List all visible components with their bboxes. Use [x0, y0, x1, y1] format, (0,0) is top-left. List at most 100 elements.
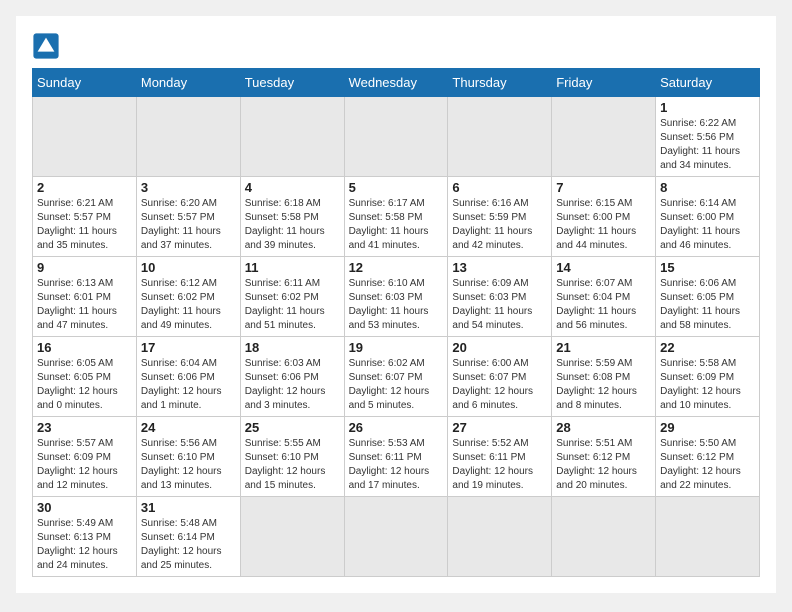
calendar-cell	[136, 97, 240, 177]
day-info: Sunrise: 5:49 AM Sunset: 6:13 PM Dayligh…	[37, 517, 132, 573]
calendar-cell: 27Sunrise: 5:52 AM Sunset: 6:11 PM Dayli…	[448, 417, 552, 497]
calendar-cell: 23Sunrise: 5:57 AM Sunset: 6:09 PM Dayli…	[33, 417, 137, 497]
calendar-cell: 26 Sunrise: 5:53 AM Sunset: 6:11 PM Dayli…	[344, 417, 448, 497]
day-number: 31	[141, 500, 236, 515]
page: SundayMondayTuesdayWednesdayThursdayFrid…	[16, 16, 776, 593]
day-info: Sunrise: 6:14 AM Sunset: 6:00 PM Dayligh…	[660, 197, 755, 253]
day-info: Sunrise: 6:20 AM Sunset: 5:57 PM Dayligh…	[141, 197, 236, 253]
day-number: 28	[556, 420, 651, 435]
day-info: Sunrise: 5:51 AM Sunset: 6:12 PM Dayligh…	[556, 437, 651, 493]
calendar-cell: 21 Sunrise: 5:59 AM Sunset: 6:08 PM Dayli…	[552, 337, 656, 417]
day-number: 26	[349, 420, 444, 435]
day-number: 13	[452, 260, 547, 275]
day-number: 15	[660, 260, 755, 275]
day-info: Sunrise: 6:06 AM Sunset: 6:05 PM Dayligh…	[660, 277, 755, 333]
calendar-cell: 28 Sunrise: 5:51 AM Sunset: 6:12 PM Dayli…	[552, 417, 656, 497]
day-info: Sunrise: 6:21 AM Sunset: 5:57 PM Dayligh…	[37, 197, 132, 253]
day-info: Sunrise: 5:58 AM Sunset: 6:09 PM Dayligh…	[660, 357, 755, 413]
calendar-cell: 12 Sunrise: 6:10 AM Sunset: 6:03 PM Dayli…	[344, 257, 448, 337]
day-info: Sunrise: 5:48 AM Sunset: 6:14 PM Dayligh…	[141, 517, 236, 573]
day-number: 2	[37, 180, 132, 195]
calendar-cell	[240, 497, 344, 577]
day-number: 5	[349, 180, 444, 195]
calendar-cell	[344, 97, 448, 177]
day-info: Sunrise: 6:07 AM Sunset: 6:04 PM Dayligh…	[556, 277, 651, 333]
day-number: 12	[349, 260, 444, 275]
day-number: 22	[660, 340, 755, 355]
calendar-week-1: 2 Sunrise: 6:21 AM Sunset: 5:57 PM Daylig…	[33, 177, 760, 257]
calendar-cell: 10Sunrise: 6:12 AM Sunset: 6:02 PM Dayli…	[136, 257, 240, 337]
calendar-header-row: SundayMondayTuesdayWednesdayThursdayFrid…	[33, 69, 760, 97]
calendar-cell: 19 Sunrise: 6:02 AM Sunset: 6:07 PM Dayli…	[344, 337, 448, 417]
day-info: Sunrise: 6:16 AM Sunset: 5:59 PM Dayligh…	[452, 197, 547, 253]
calendar-cell	[656, 497, 760, 577]
day-number: 3	[141, 180, 236, 195]
calendar-cell: 6Sunrise: 6:16 AM Sunset: 5:59 PM Daylig…	[448, 177, 552, 257]
day-number: 14	[556, 260, 651, 275]
calendar-cell: 13 Sunrise: 6:09 AM Sunset: 6:03 PM Dayli…	[448, 257, 552, 337]
calendar-cell	[344, 497, 448, 577]
calendar-cell: 29Sunrise: 5:50 AM Sunset: 6:12 PM Dayli…	[656, 417, 760, 497]
day-info: Sunrise: 6:09 AM Sunset: 6:03 PM Dayligh…	[452, 277, 547, 333]
day-info: Sunrise: 6:00 AM Sunset: 6:07 PM Dayligh…	[452, 357, 547, 413]
calendar-cell: 15 Sunrise: 6:06 AM Sunset: 6:05 PM Dayli…	[656, 257, 760, 337]
day-info: Sunrise: 5:50 AM Sunset: 6:12 PM Dayligh…	[660, 437, 755, 493]
calendar-cell: 18 Sunrise: 6:03 AM Sunset: 6:06 PM Dayli…	[240, 337, 344, 417]
calendar-cell: 31 Sunrise: 5:48 AM Sunset: 6:14 PM Dayli…	[136, 497, 240, 577]
calendar-cell: 25 Sunrise: 5:55 AM Sunset: 6:10 PM Dayli…	[240, 417, 344, 497]
calendar-cell: 5 Sunrise: 6:17 AM Sunset: 5:58 PM Daylig…	[344, 177, 448, 257]
calendar-cell: 14 Sunrise: 6:07 AM Sunset: 6:04 PM Dayli…	[552, 257, 656, 337]
calendar-header-monday: Monday	[136, 69, 240, 97]
day-info: Sunrise: 6:03 AM Sunset: 6:06 PM Dayligh…	[245, 357, 340, 413]
calendar-cell: 17Sunrise: 6:04 AM Sunset: 6:06 PM Dayli…	[136, 337, 240, 417]
day-number: 10	[141, 260, 236, 275]
calendar-header-friday: Friday	[552, 69, 656, 97]
calendar-header-thursday: Thursday	[448, 69, 552, 97]
day-number: 21	[556, 340, 651, 355]
calendar-header-tuesday: Tuesday	[240, 69, 344, 97]
calendar-cell	[448, 497, 552, 577]
day-info: Sunrise: 6:04 AM Sunset: 6:06 PM Dayligh…	[141, 357, 236, 413]
day-number: 7	[556, 180, 651, 195]
day-number: 1	[660, 100, 755, 115]
day-number: 19	[349, 340, 444, 355]
calendar-cell: 11 Sunrise: 6:11 AM Sunset: 6:02 PM Dayli…	[240, 257, 344, 337]
day-info: Sunrise: 5:57 AM Sunset: 6:09 PM Dayligh…	[37, 437, 132, 493]
day-number: 24	[141, 420, 236, 435]
day-info: Sunrise: 5:55 AM Sunset: 6:10 PM Dayligh…	[245, 437, 340, 493]
day-info: Sunrise: 6:05 AM Sunset: 6:05 PM Dayligh…	[37, 357, 132, 413]
calendar-cell: 24 Sunrise: 5:56 AM Sunset: 6:10 PM Dayli…	[136, 417, 240, 497]
calendar-cell: 30 Sunrise: 5:49 AM Sunset: 6:13 PM Dayli…	[33, 497, 137, 577]
calendar-cell	[240, 97, 344, 177]
calendar-cell	[552, 497, 656, 577]
calendar-cell: 3 Sunrise: 6:20 AM Sunset: 5:57 PM Daylig…	[136, 177, 240, 257]
calendar-cell: 9Sunrise: 6:13 AM Sunset: 6:01 PM Daylig…	[33, 257, 137, 337]
logo	[32, 32, 64, 60]
calendar-week-2: 9Sunrise: 6:13 AM Sunset: 6:01 PM Daylig…	[33, 257, 760, 337]
calendar-week-5: 30 Sunrise: 5:49 AM Sunset: 6:13 PM Dayli…	[33, 497, 760, 577]
calendar-cell	[33, 97, 137, 177]
day-info: Sunrise: 5:56 AM Sunset: 6:10 PM Dayligh…	[141, 437, 236, 493]
day-info: Sunrise: 5:59 AM Sunset: 6:08 PM Dayligh…	[556, 357, 651, 413]
day-info: Sunrise: 5:53 AM Sunset: 6:11 PM Dayligh…	[349, 437, 444, 493]
day-info: Sunrise: 6:11 AM Sunset: 6:02 PM Dayligh…	[245, 277, 340, 333]
calendar-cell: 16Sunrise: 6:05 AM Sunset: 6:05 PM Dayli…	[33, 337, 137, 417]
day-number: 8	[660, 180, 755, 195]
day-info: Sunrise: 6:17 AM Sunset: 5:58 PM Dayligh…	[349, 197, 444, 253]
calendar-cell: 1 Sunrise: 6:22 AM Sunset: 5:56 PM Daylig…	[656, 97, 760, 177]
day-number: 30	[37, 500, 132, 515]
calendar-cell: 7 Sunrise: 6:15 AM Sunset: 6:00 PM Daylig…	[552, 177, 656, 257]
day-info: Sunrise: 6:02 AM Sunset: 6:07 PM Dayligh…	[349, 357, 444, 413]
day-info: Sunrise: 6:10 AM Sunset: 6:03 PM Dayligh…	[349, 277, 444, 333]
day-number: 11	[245, 260, 340, 275]
calendar-header-wednesday: Wednesday	[344, 69, 448, 97]
calendar-cell: 4Sunrise: 6:18 AM Sunset: 5:58 PM Daylig…	[240, 177, 344, 257]
calendar-week-4: 23Sunrise: 5:57 AM Sunset: 6:09 PM Dayli…	[33, 417, 760, 497]
day-info: Sunrise: 6:15 AM Sunset: 6:00 PM Dayligh…	[556, 197, 651, 253]
calendar-cell	[448, 97, 552, 177]
day-number: 18	[245, 340, 340, 355]
day-number: 25	[245, 420, 340, 435]
day-info: Sunrise: 6:22 AM Sunset: 5:56 PM Dayligh…	[660, 117, 755, 173]
header	[32, 32, 760, 60]
calendar-table: SundayMondayTuesdayWednesdayThursdayFrid…	[32, 68, 760, 577]
